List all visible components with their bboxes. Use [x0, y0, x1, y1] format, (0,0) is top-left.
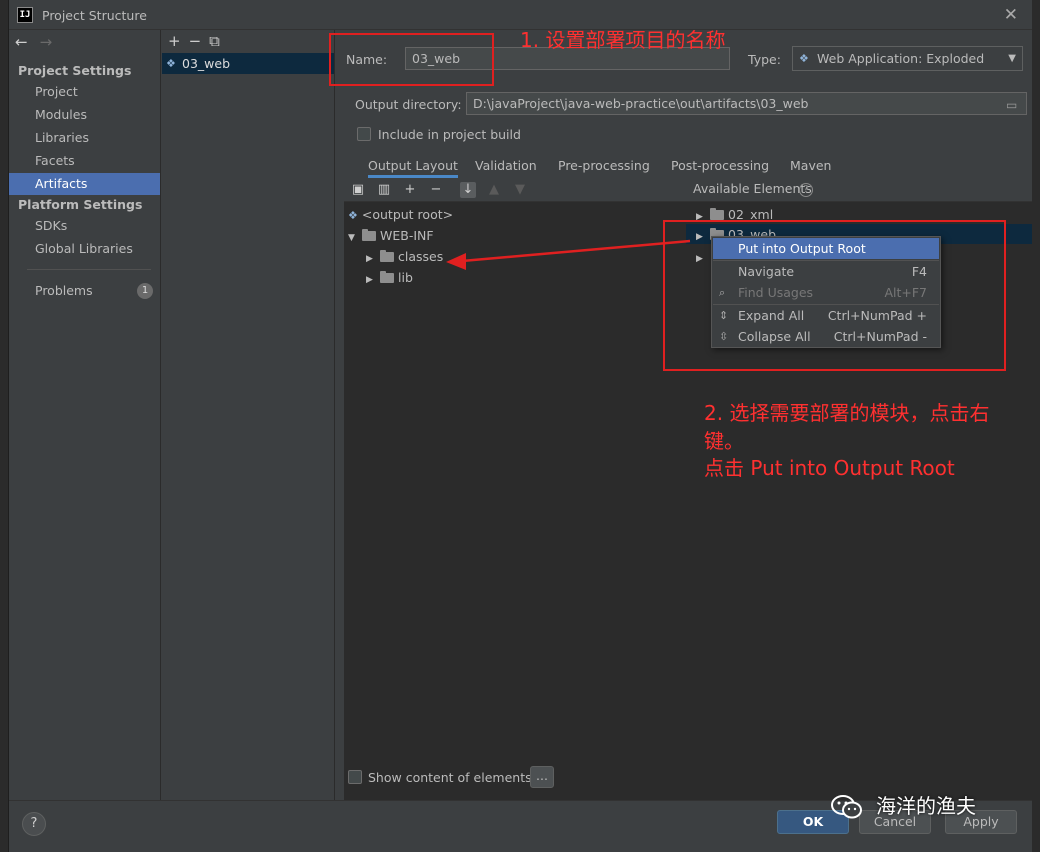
- tab-validation[interactable]: Validation: [475, 154, 537, 178]
- output-directory-value: D:\javaProject\java-web-practice\out\art…: [473, 96, 809, 111]
- output-directory-label: Output directory:: [355, 97, 462, 112]
- show-content-checkbox[interactable]: [348, 770, 362, 784]
- move-down-icon[interactable]: ▼: [512, 182, 528, 198]
- back-arrow-icon[interactable]: ←: [15, 33, 28, 51]
- show-content-label: Show content of elements: [368, 770, 532, 785]
- tab-post-processing[interactable]: Post-processing: [671, 154, 769, 178]
- background-edge-left: [0, 0, 9, 852]
- nav-item-problems[interactable]: Problems 1: [9, 280, 160, 302]
- output-directory-field[interactable]: D:\javaProject\java-web-practice\out\art…: [466, 92, 1027, 115]
- help-button[interactable]: ?: [22, 812, 46, 836]
- remove-icon[interactable]: −: [189, 32, 210, 50]
- sort-icon[interactable]: ↓: [460, 182, 476, 198]
- nav-item-libraries[interactable]: Libraries: [9, 127, 160, 149]
- annotation-step2-line1: 2. 选择需要部署的模块，点击右: [704, 401, 990, 425]
- web-artifact-icon: ❖: [166, 57, 176, 70]
- available-elements-header: Available Elements ?: [686, 178, 1032, 202]
- nav-item-artifacts[interactable]: Artifacts: [9, 173, 160, 195]
- tree-row-label: classes: [398, 249, 444, 264]
- annotation-step2-line2: 键。: [704, 429, 744, 453]
- type-select[interactable]: ❖ Web Application: Exploded ▼: [792, 46, 1023, 71]
- add-icon[interactable]: +: [402, 182, 418, 198]
- artifact-item[interactable]: ❖ 03_web: [162, 53, 334, 74]
- window-title: Project Structure: [42, 8, 147, 23]
- available-elements-label: Available Elements: [693, 181, 812, 196]
- collapsed-arrow-icon: ▶: [366, 275, 373, 285]
- tree-row-label: lib: [398, 270, 413, 285]
- remove-icon[interactable]: −: [428, 182, 444, 198]
- folder-icon: [380, 271, 394, 283]
- watermark-text: 海洋的渔夫: [876, 794, 976, 818]
- intellij-logo-icon: IJ: [17, 7, 33, 23]
- move-up-icon[interactable]: ▲: [486, 182, 502, 198]
- tab-pre-processing[interactable]: Pre-processing: [558, 154, 650, 178]
- annotation-step2-line3: 点击 Put into Output Root: [704, 456, 955, 480]
- expanded-arrow-icon: ▼: [348, 233, 355, 243]
- nav-divider: [27, 269, 151, 270]
- wechat-icon: [831, 795, 862, 819]
- tree-row-output-root[interactable]: ❖ <output root>: [348, 204, 453, 225]
- tree-row-classes[interactable]: ▶ classes: [366, 246, 443, 267]
- archive-icon[interactable]: ▥: [376, 182, 392, 198]
- chevron-down-icon: ▼: [1008, 53, 1016, 64]
- tab-maven[interactable]: Maven: [790, 154, 831, 178]
- folder-icon: [362, 229, 376, 241]
- annotation-box-menu: [663, 220, 1006, 371]
- nav-section-platform-settings: Platform Settings: [18, 197, 143, 212]
- forward-arrow-icon[interactable]: →: [40, 33, 53, 51]
- artifact-item-label: 03_web: [182, 56, 231, 71]
- problems-count-badge: 1: [137, 283, 153, 299]
- nav-item-project[interactable]: Project: [9, 81, 160, 103]
- add-icon[interactable]: +: [168, 32, 189, 50]
- help-icon[interactable]: ?: [799, 183, 813, 197]
- layout-toolbar: ▣ ▥ + − ↓ ▲ ▼: [344, 178, 686, 202]
- tree-row-lib[interactable]: ▶ lib: [366, 267, 413, 288]
- web-artifact-icon: ❖: [799, 52, 809, 65]
- nav-item-modules[interactable]: Modules: [9, 104, 160, 126]
- tab-output-layout[interactable]: Output Layout: [368, 154, 458, 178]
- background-edge-right: [1032, 0, 1040, 852]
- close-icon[interactable]: ✕: [1004, 5, 1018, 25]
- nav-item-global-libraries[interactable]: Global Libraries: [9, 238, 160, 260]
- nav-history: ← →: [15, 33, 52, 51]
- annotation-box-name: [329, 33, 494, 86]
- tree-row-label: <output root>: [361, 207, 454, 222]
- ellipsis-button[interactable]: ...: [530, 766, 554, 788]
- nav-item-sdks[interactable]: SDKs: [9, 215, 160, 237]
- project-structure-dialog: IJ Project Structure ✕ ← → Project Settin…: [9, 0, 1032, 852]
- include-in-build-label: Include in project build: [378, 127, 521, 142]
- include-in-build-checkbox[interactable]: [357, 127, 371, 141]
- folder-icon: [380, 250, 394, 262]
- output-root-icon: ❖: [348, 209, 358, 222]
- tree-row-label: WEB-INF: [380, 228, 434, 243]
- settings-nav: ← → Project Settings Project Modules Libr…: [9, 30, 161, 800]
- problems-label: Problems: [35, 283, 93, 298]
- tree-row-web-inf[interactable]: ▼ WEB-INF: [348, 225, 434, 246]
- nav-item-facets[interactable]: Facets: [9, 150, 160, 172]
- folder-icon[interactable]: ▭: [1006, 95, 1022, 112]
- copy-icon[interactable]: ⧉: [209, 32, 228, 50]
- type-label: Type:: [748, 52, 781, 67]
- artifact-toolbar: +−⧉: [168, 32, 228, 50]
- new-directory-icon[interactable]: ▣: [350, 182, 366, 198]
- folder-icon: [710, 208, 724, 220]
- annotation-step1: 1. 设置部署项目的名称: [520, 28, 726, 52]
- type-select-value: Web Application: Exploded: [817, 51, 985, 66]
- artifact-list-panel: +−⧉ ❖ 03_web: [162, 30, 335, 800]
- nav-section-project-settings: Project Settings: [18, 63, 132, 78]
